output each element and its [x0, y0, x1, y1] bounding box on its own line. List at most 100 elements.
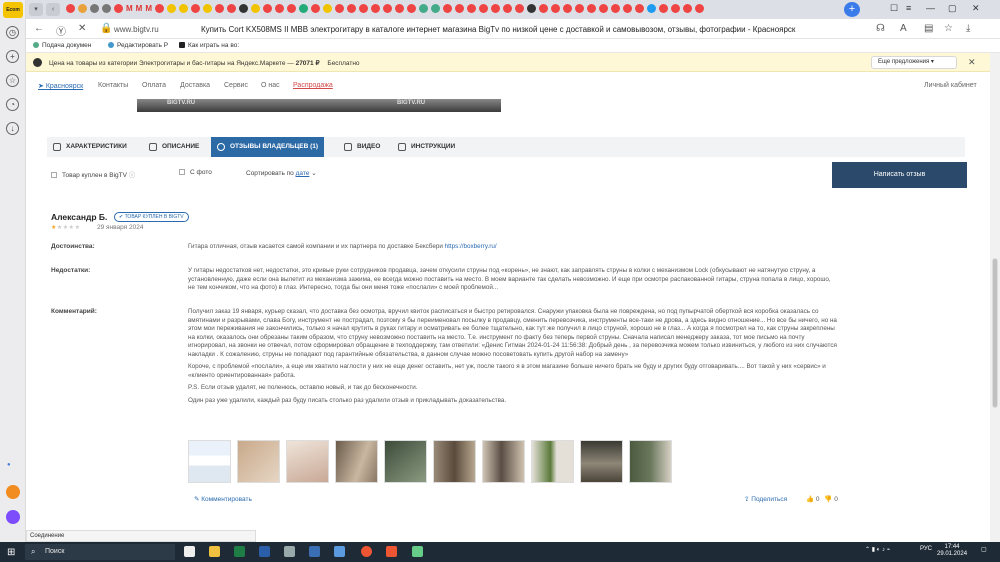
city-selector[interactable]: ➤ Красноярск [38, 82, 83, 90]
bookmarks-icon[interactable]: ☐ [890, 3, 898, 14]
translate-icon[interactable]: A [900, 23, 907, 34]
minimize-icon[interactable]: — [926, 3, 935, 13]
file-explorer-icon[interactable] [209, 546, 220, 557]
stop-icon[interactable]: ✕ [78, 23, 86, 34]
back-icon[interactable]: ← [34, 23, 44, 34]
sort-value[interactable]: дате [296, 170, 310, 177]
nav-service[interactable]: Сервис [224, 82, 248, 89]
bookmark-star-icon[interactable]: ☆ [944, 23, 953, 34]
pros-link[interactable]: https://boxberry.ru/ [445, 243, 497, 250]
app-icon[interactable] [309, 546, 320, 557]
bookmark-icon[interactable]: ☆ [6, 74, 19, 87]
like-button[interactable]: 👍 0 [806, 496, 820, 503]
rating-stars: ★★★★★ [51, 224, 80, 231]
bookmark-item[interactable]: Редактировать Р [108, 42, 168, 49]
maximize-icon[interactable]: ▢ [948, 3, 957, 14]
taskbar: ⊞ ⌕ Поиск ⌃ ▮ ◐ ♪ ⌁ РУС 17:44 29.01.2024 ▢ [0, 542, 1000, 562]
close-icon[interactable]: ✕ [968, 57, 976, 68]
tab-video[interactable]: ВИДЕО [338, 137, 380, 157]
cons-text: У гитары недостатков нет, недостатки, эт… [188, 267, 831, 291]
lock-icon: 🔒 [100, 23, 113, 34]
sort-control[interactable]: Сортировать по дате ⌄ [246, 169, 317, 177]
filter-bought-checkbox[interactable]: Товар куплен в BigTV ⓘ [51, 169, 135, 179]
mail-icon[interactable] [6, 485, 20, 499]
tab-reviews[interactable]: ОТЗЫВЫ ВЛАДЕЛЬЦЕВ (1) [211, 137, 325, 157]
filter-photo-checkbox[interactable]: С фото [179, 169, 212, 176]
review-photo[interactable] [286, 440, 329, 483]
help-icon[interactable]: ⓘ [129, 172, 136, 179]
review-photo[interactable] [237, 440, 280, 483]
tab-description[interactable]: ОПИСАНИЕ [143, 137, 199, 157]
word-icon[interactable] [259, 546, 270, 557]
review-photo[interactable] [580, 440, 623, 483]
dislike-button[interactable]: 👎 0 [824, 496, 838, 503]
book-icon [398, 143, 406, 151]
tab-favicon-m[interactable]: M [126, 4, 133, 13]
nav-delivery[interactable]: Доставка [180, 82, 210, 89]
comment-paragraph: Короче, с проблемой «послали», а еще им … [188, 363, 826, 379]
product-tabs: ХАРАКТЕРИСТИКИ ОПИСАНИЕ ОТЗЫВЫ ВЛАДЕЛЬЦЕ… [47, 137, 965, 157]
new-tab-button[interactable]: + [844, 2, 860, 17]
app-icon[interactable] [412, 546, 423, 557]
yandex-home-icon[interactable]: Ⓨ [56, 23, 66, 38]
review-photo[interactable] [384, 440, 427, 483]
review-photo[interactable] [629, 440, 672, 483]
comment-text: Получил заказ 19 января, курьер сказал, … [188, 308, 838, 405]
close-window-icon[interactable]: ✕ [972, 3, 980, 14]
nav-about[interactable]: О нас [261, 82, 280, 89]
bookmark-favicon-icon [108, 42, 114, 48]
input-language[interactable]: РУС [920, 546, 932, 552]
info-price[interactable]: 27071 ₽ [296, 60, 320, 67]
alice-icon[interactable] [6, 510, 20, 524]
clock[interactable]: 17:44 29.01.2024 [937, 544, 967, 558]
nav-payment[interactable]: Оплата [142, 82, 166, 89]
product-gallery-strip[interactable]: BIGTV.RU BIGTV.RU [137, 99, 501, 112]
url-field[interactable]: www.bigtv.ru [114, 25, 159, 34]
chevron-down-icon: ⌄ [311, 170, 317, 177]
clock-icon[interactable]: ◔ [6, 98, 19, 111]
ecom-logo[interactable]: Ecom [3, 2, 23, 18]
comment-button[interactable]: ✎ Комментировать [194, 495, 252, 503]
app-icon[interactable] [334, 546, 345, 557]
more-offers-dropdown[interactable]: Еще предложения ▾ [871, 56, 957, 69]
excel-icon[interactable] [234, 546, 245, 557]
site-nav: ➤ Красноярск Контакты Оплата Доставка Се… [26, 72, 990, 98]
review-photo[interactable] [482, 440, 525, 483]
tab-characteristics[interactable]: ХАРАКТЕРИСТИКИ [47, 137, 127, 157]
review-photo[interactable] [335, 440, 378, 483]
nav-contacts[interactable]: Контакты [98, 82, 128, 89]
tab-instructions[interactable]: ИНСТРУКЦИИ [392, 137, 455, 157]
tray-icons[interactable]: ⌃ ▮ ◐ ♪ ⌁ [865, 546, 890, 553]
windows-start-icon[interactable]: ⊞ [7, 547, 15, 558]
review-photo[interactable] [188, 440, 231, 483]
yandex-icon[interactable] [386, 546, 397, 557]
review-photo[interactable] [531, 440, 574, 483]
scrollbar-thumb[interactable] [992, 258, 998, 408]
headphones-icon[interactable]: ☊ [876, 23, 885, 34]
task-view-icon[interactable] [184, 546, 195, 557]
share-button[interactable]: ⇪ Поделиться [744, 495, 787, 503]
tab-scroll-left-icon[interactable]: ‹ [46, 3, 60, 16]
app-icon[interactable] [284, 546, 295, 557]
page-scrollbar[interactable] [990, 53, 1000, 542]
comment-paragraph: Получил заказ 19 января, курьер сказал, … [188, 308, 837, 358]
review-date: 29 января 2024 [97, 224, 144, 231]
reader-icon[interactable]: ▤ [924, 23, 933, 34]
menu-icon[interactable]: ≡ [906, 3, 911, 13]
notifications-icon[interactable]: ▢ [981, 546, 987, 553]
account-link[interactable]: Личный кабинет [924, 82, 977, 89]
review-photo[interactable] [433, 440, 476, 483]
taskbar-search[interactable]: ⌕ Поиск [25, 544, 175, 560]
nav-sale[interactable]: Распродажа [293, 82, 333, 89]
download-icon[interactable]: ↓ [6, 122, 19, 135]
history-icon[interactable]: ◷ [6, 26, 19, 39]
yandex-browser-icon[interactable] [361, 546, 372, 557]
star-icon: ★ [74, 225, 81, 231]
bookmark-item[interactable]: Как играть на во: [179, 42, 239, 49]
tab-list-icon[interactable]: ▾ [29, 3, 43, 16]
add-icon[interactable]: + [6, 50, 19, 63]
write-review-button[interactable]: Написать отзыв [832, 162, 967, 188]
download-arrow-icon[interactable]: ⤓ [966, 23, 970, 34]
tab-favicons[interactable]: M M M [66, 4, 705, 13]
bookmark-item[interactable]: Подача докумен [33, 42, 91, 49]
